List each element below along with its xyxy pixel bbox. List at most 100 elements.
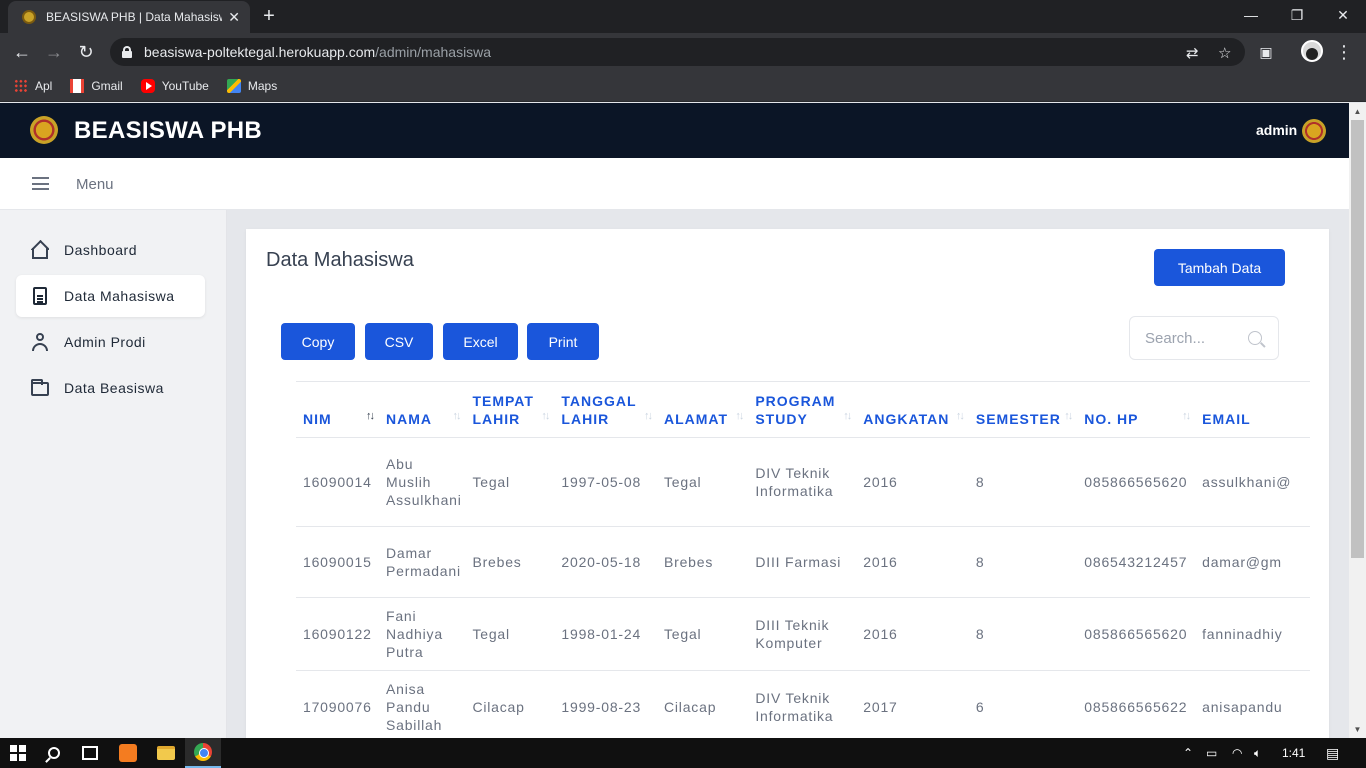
user-avatar[interactable]	[1302, 119, 1326, 143]
bookmark-apps[interactable]: Apl	[14, 78, 52, 93]
wifi-icon[interactable]: ◠	[1232, 746, 1242, 760]
sort-icon[interactable]: ↑↓	[541, 407, 550, 425]
cell-program-study: DIII Teknik Komputer	[748, 597, 857, 671]
sort-icon[interactable]: ↑↓	[1064, 407, 1073, 425]
column-header-label: ANGKATAN	[863, 410, 950, 427]
column-header-tempat-lahir[interactable]: TEMPAT LAHIR ↑↓	[465, 382, 555, 438]
cell-alamat: Tegal	[656, 437, 749, 527]
sort-icon[interactable]: ↑↓	[644, 407, 653, 425]
bookmark-star-icon[interactable]: ☆	[1218, 44, 1231, 62]
taskbar-app-chrome[interactable]	[185, 738, 221, 768]
windows-taskbar: ⌃ ▭ ◠ 🔈︎ 1:41 ▤	[0, 738, 1366, 768]
table-row[interactable]: 16090014 Abu Muslih Assulkhani Tegal 199…	[296, 437, 1310, 527]
sort-icon[interactable]: ↑↓	[735, 407, 744, 425]
home-icon	[30, 240, 50, 260]
column-header-label: TEMPAT LAHIR	[472, 392, 534, 427]
search-box[interactable]	[1129, 316, 1279, 360]
taskbar-search-button[interactable]	[36, 738, 72, 768]
table-row[interactable]: 17090076 Anisa Pandu Sabillah Cilacap 19…	[296, 670, 1310, 744]
cell-alamat: Tegal	[656, 597, 749, 671]
column-header-angkatan[interactable]: ANGKATAN ↑↓	[856, 382, 969, 438]
scroll-up-icon[interactable]: ▲	[1349, 103, 1366, 120]
cell-nama-text: Abu Muslih Assulkhani	[385, 455, 462, 508]
sidebar-item-dashboard[interactable]: Dashboard	[16, 229, 205, 271]
taskbar-app-xampp[interactable]	[110, 738, 146, 768]
cell-angkatan: 2017	[856, 670, 969, 744]
sidebar-item-admin-prodi[interactable]: Admin Prodi	[16, 321, 205, 363]
cell-no-hp: 085866565620	[1077, 597, 1196, 671]
copy-button[interactable]: Copy	[281, 323, 355, 360]
restore-window-icon[interactable]: ❐	[1274, 4, 1320, 28]
menu-label[interactable]: Menu	[76, 176, 114, 193]
minimize-window-icon[interactable]: —	[1228, 4, 1274, 28]
document-icon	[30, 286, 50, 306]
new-tab-button[interactable]: +	[258, 5, 280, 27]
bookmark-label: Maps	[247, 78, 278, 93]
cell-semester: 6	[968, 670, 1078, 744]
column-header-semester[interactable]: SEMESTER ↑↓	[968, 382, 1078, 438]
browser-tab[interactable]: BEASISWA PHB | Data Mahasiswa ✕	[8, 1, 250, 33]
battery-icon[interactable]: ▭	[1206, 746, 1217, 760]
bookmark-youtube[interactable]: YouTube	[140, 78, 209, 93]
notifications-icon[interactable]: ▤	[1326, 745, 1339, 762]
bookmark-maps[interactable]: Maps	[226, 78, 278, 93]
column-header-label: NAMA	[385, 410, 432, 427]
reload-icon[interactable]: ↻	[73, 39, 99, 65]
tray-chevron-up-icon[interactable]: ⌃	[1183, 746, 1193, 760]
cell-semester: 8	[968, 526, 1078, 598]
cell-email: anisapandu	[1195, 670, 1310, 744]
column-header-nama[interactable]: NAMA ↑↓	[378, 382, 466, 438]
table-header-row: NIM ↑↓ NAMA ↑↓ TEMPAT LAHIR ↑↓ TANGGAL LAHI…	[296, 382, 1310, 438]
sort-icon[interactable]: ↑↓	[843, 407, 852, 425]
scroll-down-icon[interactable]: ▼	[1349, 721, 1366, 738]
add-data-button[interactable]: Tambah Data	[1154, 249, 1285, 286]
column-header-program-study[interactable]: PROGRAM STUDY ↑↓	[748, 382, 857, 438]
column-header-label: NO. HP	[1084, 410, 1139, 427]
user-name[interactable]: admin	[1256, 122, 1297, 138]
address-bar[interactable]: beasiswa-poltektegal.herokuapp.com/admin…	[110, 38, 1245, 66]
close-window-icon[interactable]: ✕	[1320, 4, 1366, 28]
column-header-tanggal-lahir[interactable]: TANGGAL LAHIR ↑↓	[554, 382, 657, 438]
sidebar-item-data-beasiswa[interactable]: Data Beasiswa	[16, 367, 205, 409]
app-header: BEASISWA PHB admin	[0, 103, 1349, 158]
sidebar-item-label: Dashboard	[64, 242, 137, 258]
print-button[interactable]: Print	[527, 323, 599, 360]
task-view-button[interactable]	[72, 738, 108, 768]
hamburger-menu-icon[interactable]	[32, 177, 49, 190]
column-header-email[interactable]: EMAIL	[1195, 382, 1310, 438]
search-input[interactable]	[1145, 329, 1245, 347]
browser-menu-icon[interactable]: ⋮	[1331, 39, 1357, 65]
excel-button[interactable]: Excel	[443, 323, 518, 360]
taskbar-clock[interactable]: 1:41	[1282, 746, 1305, 760]
sort-icon[interactable]: ↑↓	[1182, 407, 1191, 425]
translate-icon[interactable]: ⇄	[1186, 44, 1199, 62]
table-row[interactable]: 16090015 Damar Permadani Brebes 2020-05-…	[296, 526, 1310, 598]
menu-bar: Menu	[0, 158, 1349, 210]
sidebar-item-data-mahasiswa[interactable]: Data Mahasiswa	[16, 275, 205, 317]
lock-icon[interactable]	[122, 46, 132, 58]
cell-nama: Damar Permadani	[378, 526, 466, 598]
taskbar-app-explorer[interactable]	[148, 738, 184, 768]
column-header-no-hp[interactable]: NO. HP ↑↓	[1077, 382, 1196, 438]
brand-title[interactable]: BEASISWA PHB	[74, 117, 262, 145]
sort-icon[interactable]: ↑↓	[452, 407, 461, 425]
profile-avatar[interactable]	[1301, 40, 1323, 62]
logo-icon[interactable]	[30, 116, 58, 144]
csv-button[interactable]: CSV	[365, 323, 433, 360]
extension-icon[interactable]: ▣	[1253, 39, 1279, 65]
search-icon[interactable]	[1248, 331, 1262, 345]
column-header-label: PROGRAM STUDY	[755, 392, 836, 427]
volume-icon[interactable]: 🔈︎	[1254, 746, 1261, 761]
bookmark-label: YouTube	[161, 78, 209, 93]
sort-icon[interactable]: ↑↓	[956, 407, 965, 425]
forward-arrow-icon[interactable]: →	[41, 39, 67, 65]
column-header-alamat[interactable]: ALAMAT ↑↓	[656, 382, 749, 438]
close-tab-icon[interactable]: ✕	[228, 9, 240, 26]
table-row[interactable]: 16090122 Fani Nadhiya Putra Tegal 1998-0…	[296, 597, 1310, 671]
column-header-nim[interactable]: NIM ↑↓	[296, 382, 379, 438]
bookmark-gmail[interactable]: Gmail	[70, 78, 123, 93]
back-arrow-icon[interactable]: ←	[9, 39, 35, 65]
sort-ascending-icon[interactable]: ↑↓	[366, 407, 375, 425]
start-button[interactable]	[0, 738, 36, 768]
scrollbar-thumb[interactable]	[1351, 120, 1364, 558]
